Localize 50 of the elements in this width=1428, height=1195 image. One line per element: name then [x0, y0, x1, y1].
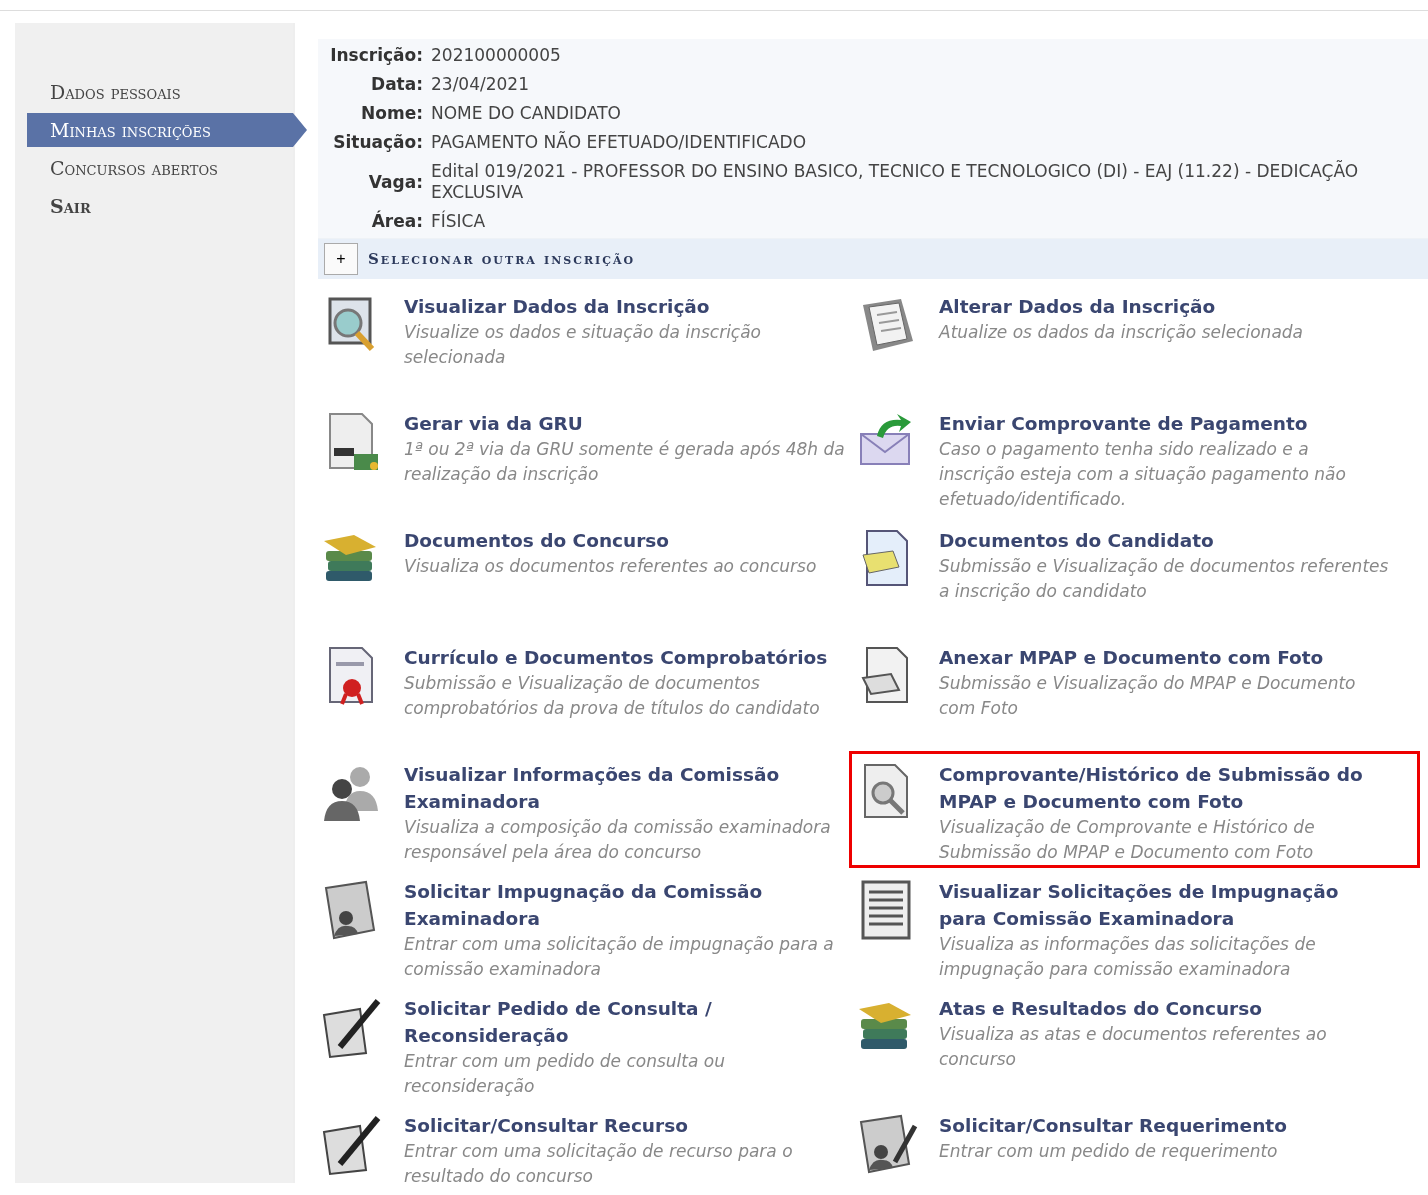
- action-link[interactable]: Solicitar Pedido de Consulta / Reconsideração: [404, 995, 847, 1049]
- field-label: Inscrição:: [329, 45, 423, 66]
- action-description: Visualiza a composição da comissão examinadora responsável pela área do concurso: [404, 816, 832, 864]
- action-link[interactable]: Visualizar Dados da Inscrição: [404, 293, 847, 320]
- action-description: Submissão e Visualização do MPAP e Documento com Foto: [939, 672, 1357, 720]
- action-description: Submissão e Visualização de documentos comprobatórios da prova de títulos do candidato: [404, 672, 821, 720]
- sidebar-item[interactable]: Sair: [27, 189, 293, 223]
- action-description: 1ª ou 2ª via da GRU somente é gerada após 48h da realização da inscrição: [404, 438, 846, 486]
- action-link[interactable]: Visualizar Solicitações de Impugnação para Comissão Examinadora: [939, 878, 1389, 932]
- sidebar-item[interactable]: Minhas inscrições: [27, 113, 307, 147]
- action-link[interactable]: Alterar Dados da Inscrição: [939, 293, 1303, 320]
- action-description: Entrar com uma solicitação de recurso para o resultado do concurso: [404, 1140, 794, 1188]
- sidebar-item[interactable]: Concursos abertos: [27, 151, 293, 185]
- expand-button[interactable]: +: [324, 243, 358, 275]
- action-link[interactable]: Solicitar/Consultar Requerimento: [939, 1112, 1287, 1139]
- action-link[interactable]: Atas e Resultados do Concurso: [939, 995, 1389, 1022]
- action-link[interactable]: Solicitar/Consultar Recurso: [404, 1112, 847, 1139]
- field-label: Vaga:: [367, 171, 423, 193]
- field-value: PAGAMENTO NÃO EFETUADO/IDENTIFICADO: [431, 132, 808, 153]
- action-link[interactable]: Documentos do Concurso: [404, 527, 817, 554]
- select-other-inscription-link[interactable]: Selecionar outra inscrição: [368, 250, 636, 268]
- field-label: Área:: [370, 211, 423, 232]
- action-description: Visualiza as atas e documentos referentes ao concurso: [939, 1023, 1328, 1071]
- field-value: FÍSICA: [431, 211, 487, 232]
- action-link[interactable]: Visualizar Informações da Comissão Examinadora: [404, 761, 847, 815]
- sidebar-item[interactable]: Dados pessoais: [27, 75, 293, 109]
- action-description: Visualiza as informações das solicitações de impugnação para comissão examinadora: [939, 933, 1317, 981]
- action-link[interactable]: Enviar Comprovante de Pagamento: [939, 410, 1389, 437]
- field-value: 202100000005: [431, 45, 562, 66]
- action-description: Visualize os dados e situação da inscrição selecionada: [404, 321, 763, 369]
- action-description: Submissão e Visualização de documentos referentes a inscrição do candidato: [939, 555, 1389, 603]
- action-description: Atualize os dados da inscrição selecionada: [939, 321, 1303, 344]
- action-description: Entrar com um pedido de consulta ou reconsideração: [404, 1050, 726, 1098]
- action-link[interactable]: Currículo e Documentos Comprobatórios: [404, 644, 847, 671]
- action-link[interactable]: Comprovante/Histórico de Submissão do MPAP e Documento com Foto: [939, 761, 1389, 815]
- field-label: Data:: [370, 74, 423, 95]
- action-link[interactable]: Solicitar Impugnação da Comissão Examinadora: [404, 878, 847, 932]
- field-value: 23/04/2021: [431, 74, 530, 95]
- action-description: Caso o pagamento tenha sido realizado e a inscrição esteja com a situação pagamento não efetuado/identificado.: [939, 438, 1347, 511]
- action-link[interactable]: Documentos do Candidato: [939, 527, 1389, 554]
- field-value: Edital 019/2021 - PROFESSOR DO ENSINO BASICO, TECNICO E TECNOLOGICO (DI) - EAJ (11.22) - DEDICAÇÃO EXCLUSIVA: [431, 161, 1360, 203]
- action-link[interactable]: Anexar MPAP e Documento com Foto: [939, 644, 1389, 671]
- field-label: Situação:: [332, 132, 423, 153]
- action-description: Entrar com um pedido de requerimento: [939, 1140, 1279, 1163]
- action-description: Visualiza os documentos referentes ao concurso: [404, 555, 817, 578]
- field-label: Nome:: [360, 103, 423, 124]
- field-value: NOME DO CANDIDATO: [431, 103, 622, 124]
- action-link[interactable]: Gerar via da GRU: [404, 410, 847, 437]
- action-description: Entrar com uma solicitação de impugnação para a comissão examinadora: [404, 933, 835, 981]
- action-description: Visualização de Comprovante e Histórico de Submissão do MPAP e Documento com Foto: [939, 816, 1316, 864]
